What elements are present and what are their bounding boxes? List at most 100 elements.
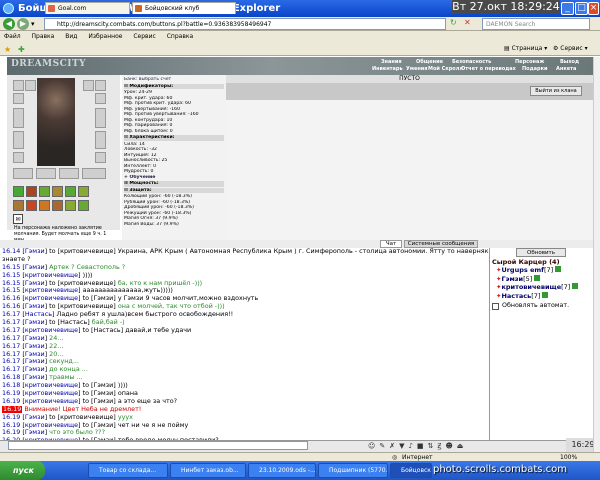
chat-nick[interactable]: критовичевище (25, 272, 78, 279)
chat-recipient[interactable]: to [Гэмзи] (83, 295, 116, 302)
tab-system-messages[interactable]: Системные сообщения (404, 240, 478, 248)
chat-recipient[interactable]: to [Гэмзи] (83, 382, 116, 389)
modifiers-header[interactable]: ⊟ Модификаторы: (124, 83, 224, 89)
user-name[interactable]: Urgups emf (501, 266, 544, 274)
chat-recipient[interactable]: to [Гэмзи] (83, 390, 116, 397)
menu-file[interactable]: Файл (4, 33, 21, 40)
nav-inventar[interactable]: Инвентарь (372, 66, 403, 72)
chat-time[interactable]: 16.19 (2, 422, 20, 429)
chat-time[interactable]: 16.19 (2, 429, 20, 436)
chat-recipient[interactable]: to [Настась] (49, 319, 90, 326)
exit-clan-button[interactable]: Выйти из клана (530, 86, 582, 96)
chat-time[interactable]: 16.15 (2, 264, 20, 271)
bag-slot[interactable] (13, 168, 33, 179)
user-info-icon[interactable] (555, 266, 562, 272)
chat-nick[interactable]: Гэмзи (25, 343, 45, 350)
tools-menu[interactable]: ⚙ Сервис ▾ (553, 45, 588, 52)
clear-icon[interactable]: ✗ (389, 442, 399, 450)
task-item[interactable]: Нинбет заказ.ob... (170, 463, 246, 478)
chat-nick[interactable]: Настась (25, 311, 52, 318)
task-item-active[interactable]: Бойцовский клуб... (390, 463, 432, 478)
chat-recipient[interactable]: to [критовичевище] (49, 303, 116, 310)
chat-nick[interactable]: Гэмзи (25, 264, 45, 271)
nav-personazh[interactable]: Персонаж (515, 59, 544, 65)
armor-slot[interactable] (13, 131, 24, 149)
chat-recipient[interactable]: to [критовичевище] (49, 280, 116, 287)
chat-nick[interactable]: Гэмзи (25, 319, 45, 326)
chat-time[interactable]: 16.17 (2, 351, 20, 358)
rune-slot[interactable] (26, 186, 37, 197)
forward-arrow-icon[interactable]: ▶ (17, 18, 29, 30)
close-button[interactable]: × (588, 2, 599, 15)
learning-link[interactable]: + Обучение (124, 175, 224, 181)
chat-nick[interactable]: Гэмзи (25, 351, 45, 358)
chat-recipient[interactable]: to [критовичевище] (49, 414, 116, 421)
task-item[interactable]: 23.10.2009.ods -... (248, 463, 316, 478)
chat-nick[interactable]: Гэмзи (25, 429, 45, 436)
tab-combats[interactable]: Бойцовский клуб (132, 2, 236, 14)
search-input[interactable]: DAEMON Search (482, 18, 590, 30)
mount-slot[interactable] (82, 168, 106, 179)
chat-time[interactable]: 16.18 (2, 374, 20, 381)
chat-time[interactable]: 16.19 (2, 414, 20, 421)
refresh-users-button[interactable]: Обновить (516, 248, 566, 257)
user-name[interactable]: критовичевище (501, 283, 561, 291)
power-header[interactable]: ⊞ Мощность: (124, 181, 224, 187)
leggings-slot[interactable] (95, 131, 106, 149)
helmet-slot[interactable] (13, 80, 24, 91)
pencil-icon[interactable]: ✎ (379, 442, 389, 450)
task-item[interactable]: Подшипник (5770... (318, 463, 388, 478)
chat-nick[interactable]: Гэмзи (25, 358, 45, 365)
chat-time[interactable]: 16.19 (2, 398, 20, 405)
sound-icon[interactable]: ♪ (408, 442, 416, 450)
chat-nick[interactable]: Гэмзи (25, 248, 45, 255)
nav-moi-skroll[interactable]: Мой Скролл (428, 66, 463, 72)
chat-message-input[interactable] (8, 441, 308, 450)
belt-slot[interactable] (13, 152, 24, 163)
defense-header[interactable]: ⊟ Защита: (124, 187, 224, 193)
stop-icon[interactable]: ■ (417, 442, 428, 450)
chat-time[interactable]: 16.15 (2, 280, 20, 287)
chat-time[interactable]: 16.15 (2, 272, 20, 279)
nav-otchet[interactable]: Отчет о переводах (461, 66, 516, 72)
user-row[interactable]: ✦критовичевище[7] (496, 283, 592, 292)
scroll-icon[interactable]: ⇅ (428, 442, 438, 450)
exit-icon[interactable]: ⏏ (457, 442, 468, 450)
amulet-slot[interactable] (13, 93, 24, 104)
rune-slot[interactable] (39, 186, 50, 197)
chat-time[interactable]: 16.15 (2, 287, 20, 294)
chat-recipient[interactable]: to [Гэмзи] (83, 398, 116, 405)
chat-time[interactable]: 16.14 (2, 248, 20, 255)
nav-podarki[interactable]: Подарки (522, 66, 548, 72)
user-row[interactable]: ✦Гэмзи[5] (496, 274, 592, 284)
user-row[interactable]: ✦Urgups emf[7] (496, 266, 592, 275)
chat-nick[interactable]: критовичевище (25, 422, 78, 429)
user-name[interactable]: Гэмзи (501, 275, 523, 283)
chat-nick[interactable]: Гэмзи (25, 335, 45, 342)
chat-time[interactable]: 16.18 (2, 382, 20, 389)
chat-time[interactable]: 16.17 (2, 366, 20, 373)
chat-time[interactable]: 16.17 (2, 358, 20, 365)
nav-bezopasnost[interactable]: Безопасность (452, 59, 491, 65)
chat-time[interactable]: 16.17 (2, 319, 20, 326)
rune-slot[interactable] (65, 200, 76, 211)
bank-link[interactable]: Банк: выбрать счёт (124, 77, 224, 83)
chat-nick[interactable]: Гэмзи (25, 374, 45, 381)
boots-slot[interactable] (95, 152, 106, 163)
rune-slot[interactable] (39, 200, 50, 211)
nav-vyhod[interactable]: Выход (560, 59, 579, 65)
chat-nick[interactable]: критовичевище (25, 287, 78, 294)
page-scrollbar[interactable] (593, 57, 600, 452)
chat-time[interactable]: 16.17 (2, 335, 20, 342)
url-input[interactable]: http://dreamscity.combats.com/buttons.pl… (44, 18, 446, 30)
auto-refresh-checkbox[interactable] (492, 303, 499, 310)
chat-recipient[interactable]: to [Настась] (83, 327, 124, 334)
gloves-slot[interactable] (95, 80, 106, 91)
rune-slot[interactable] (52, 186, 63, 197)
bracer-slot[interactable] (83, 80, 94, 91)
chat-nick[interactable]: критовичевище (25, 398, 78, 405)
dropdown-chevron-icon[interactable]: ▾ (31, 19, 41, 29)
nav-znaniya[interactable]: Знания (381, 59, 402, 65)
chat-nick[interactable]: критовичевище (25, 382, 78, 389)
nav-obshenie[interactable]: Общение (416, 59, 443, 65)
